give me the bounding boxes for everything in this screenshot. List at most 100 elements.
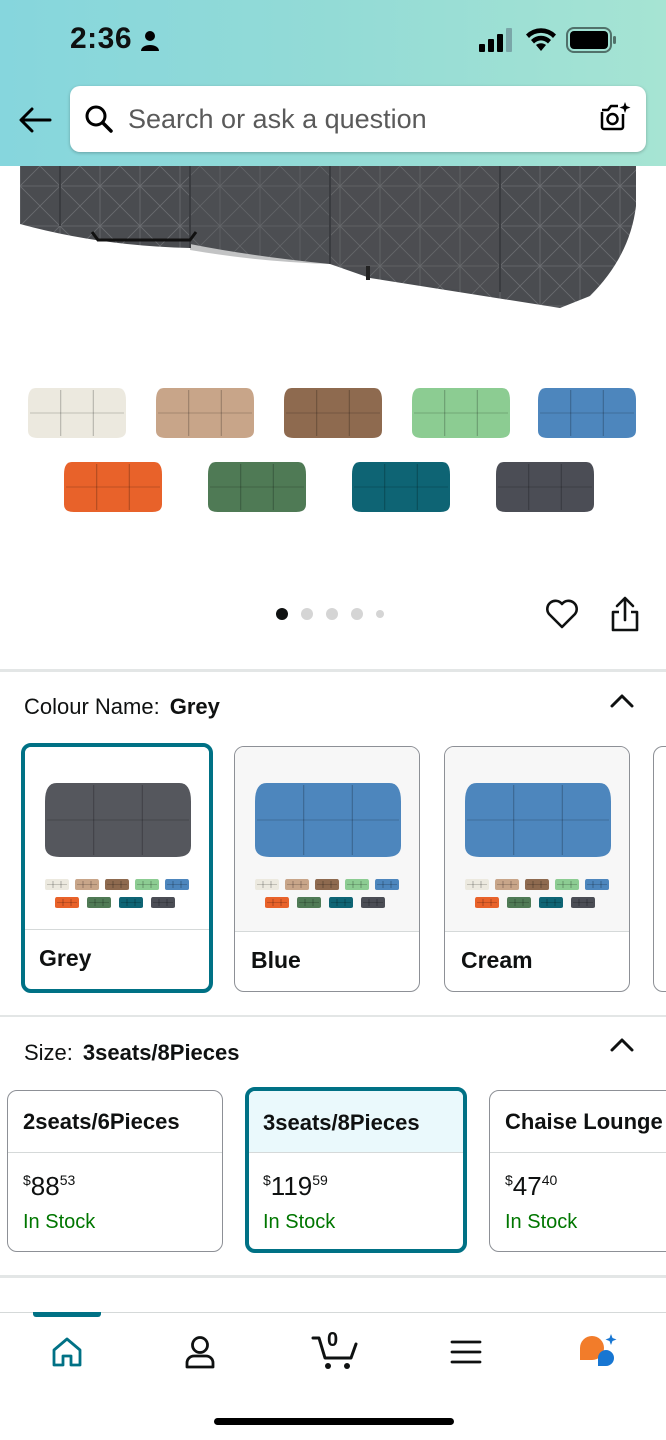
back-button[interactable] (14, 100, 56, 140)
option-mini-sofa (361, 897, 385, 908)
size-card-header: 3seats/8Pieces (249, 1091, 463, 1153)
option-mini-sofa (539, 897, 563, 908)
currency-symbol: $ (263, 1172, 271, 1188)
option-mini-sofa (465, 879, 489, 890)
swatch-sofa-image (465, 783, 611, 908)
option-mini-sofa (265, 897, 289, 908)
option-main-sofa (255, 783, 401, 857)
swatch-label: Grey (39, 945, 92, 971)
option-mini-sofa (375, 879, 399, 890)
price-dollars: 119 (270, 1171, 313, 1201)
divider (0, 669, 666, 672)
nav-menu[interactable] (438, 1328, 494, 1376)
option-mini-sofa (151, 897, 175, 908)
page-dot (326, 608, 338, 620)
option-mini-sofa (105, 879, 129, 890)
size-name: Chaise Lounge (505, 1109, 663, 1134)
size-option-chaise-lounge[interactable]: Chaise Lounge $4740 In Stock (489, 1090, 666, 1252)
image-page-indicator (276, 608, 384, 620)
share-icon[interactable] (608, 596, 642, 634)
option-mini-sofa (315, 879, 339, 890)
colour-option-blue[interactable]: Blue (234, 746, 420, 992)
option-mini-sofa (135, 879, 159, 890)
nav-home[interactable] (39, 1328, 95, 1376)
search-icon (85, 105, 113, 133)
option-mini-sofa (475, 897, 499, 908)
person-icon (185, 1336, 215, 1369)
color-swatch-grid-graphic (28, 388, 636, 512)
gallery-swatch-sofa (208, 462, 306, 512)
assistant-icon (580, 1334, 617, 1366)
option-mini-sofa (45, 879, 69, 890)
nav-rufus-assistant[interactable] (570, 1328, 626, 1376)
stock-status: In Stock (23, 1211, 96, 1233)
colour-selected-value: Grey (169, 694, 220, 719)
price: $11959 (263, 1171, 328, 1202)
option-mini-sofa (285, 879, 309, 890)
gallery-swatch-sofa (412, 388, 510, 438)
currency-symbol: $ (23, 1172, 31, 1188)
option-main-sofa (465, 783, 611, 857)
option-mini-sofa (585, 879, 609, 890)
divider (0, 1015, 666, 1017)
option-mini-sofa (507, 897, 531, 908)
swatch-divider (445, 931, 629, 932)
home-indicator (214, 1418, 454, 1425)
gallery-swatch-sofa (496, 462, 594, 512)
page-dot (351, 608, 363, 620)
size-name: 3seats/8Pieces (263, 1110, 420, 1135)
price-dollars: 47 (512, 1171, 542, 1201)
home-icon (52, 1337, 82, 1367)
swatch-sofa-image (45, 783, 191, 908)
camera-icon[interactable] (598, 100, 632, 134)
signal-icon (479, 28, 512, 52)
wifi-icon (526, 28, 556, 51)
search-input[interactable] (128, 99, 568, 139)
option-mini-sofa (525, 879, 549, 890)
option-mini-sofa (87, 897, 111, 908)
arrow-left-icon (19, 107, 52, 133)
swatch-image (25, 747, 209, 931)
stock-status: In Stock (505, 1211, 578, 1233)
chevron-up-icon[interactable] (608, 690, 636, 712)
price-cents: 40 (541, 1172, 558, 1188)
page-dot (376, 610, 384, 618)
swatch-label: Blue (251, 947, 301, 973)
swatch-image (235, 747, 419, 931)
price: $4740 (505, 1171, 557, 1202)
chevron-up-icon[interactable] (608, 1034, 636, 1056)
colour-heading: Colour Name: Grey (24, 694, 220, 720)
gallery-swatch-sofa (28, 388, 126, 438)
size-option-3seats[interactable]: 3seats/8Pieces $11959 In Stock (245, 1087, 467, 1253)
price: $8853 (23, 1171, 75, 1202)
colour-option-partial[interactable] (653, 746, 666, 992)
option-mini-sofa (571, 897, 595, 908)
stock-status: In Stock (263, 1211, 336, 1233)
option-mini-sofa (165, 879, 189, 890)
nav-account[interactable] (172, 1328, 228, 1376)
option-mini-sofa (329, 897, 353, 908)
person-icon (141, 31, 159, 51)
option-mini-sofa (297, 897, 321, 908)
option-mini-sofa (255, 879, 279, 890)
heart-icon[interactable] (544, 596, 580, 632)
colour-option-grey[interactable]: Grey (21, 743, 213, 993)
page-dot (301, 608, 313, 620)
battery-icon (566, 27, 616, 53)
swatch-sofa-image (255, 783, 401, 908)
colour-option-cream[interactable]: Cream (444, 746, 630, 992)
colour-label: Colour Name: (24, 694, 160, 719)
option-mini-sofa (75, 879, 99, 890)
option-main-sofa (45, 783, 191, 857)
swatch-image (445, 747, 629, 931)
page-dot (276, 608, 288, 620)
gallery-swatch-sofa (284, 388, 382, 438)
option-mini-sofa (345, 879, 369, 890)
search-bar[interactable] (70, 86, 646, 152)
product-image[interactable] (0, 166, 666, 586)
size-option-2seats[interactable]: 2seats/6Pieces $8853 In Stock (7, 1090, 223, 1252)
top-header: 2:36 (0, 0, 666, 166)
gallery-swatch-sofa (156, 388, 254, 438)
cart-count: 0 (327, 1329, 339, 1351)
price-cents: 59 (312, 1172, 328, 1188)
